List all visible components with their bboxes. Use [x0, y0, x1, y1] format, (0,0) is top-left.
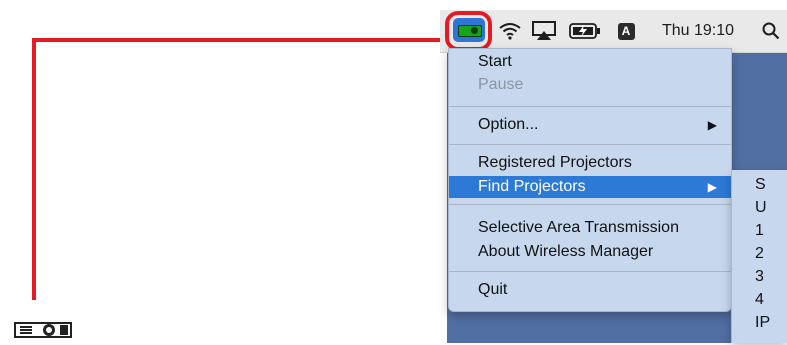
callout-line-horizontal [32, 38, 446, 42]
menu-item-label: About Wireless Manager [478, 243, 654, 260]
callout-ring [445, 11, 492, 51]
submenu-item-ip[interactable]: IP [732, 312, 787, 334]
wifi-menu-extra[interactable] [495, 10, 525, 52]
airplay-menu-extra[interactable] [528, 10, 560, 52]
submenu-item-u[interactable]: U [732, 197, 787, 219]
menu-item-label: Start [478, 53, 512, 70]
menu-item-quit[interactable]: Quit [449, 279, 731, 301]
wifi-icon [499, 23, 521, 40]
menu-item-pause: Pause [449, 74, 731, 96]
menu-item-label: Quit [478, 281, 508, 298]
menu-separator [449, 204, 731, 205]
airplay-icon [532, 21, 556, 40]
menu-item-registered-projectors[interactable]: Registered Projectors [449, 152, 731, 174]
menu-item-find-projectors[interactable]: Find Projectors ▶ [449, 176, 731, 198]
battery-charging-icon [569, 23, 600, 39]
input-source-badge: A [617, 22, 635, 40]
menu-item-label: Option... [478, 116, 539, 133]
spotlight-button[interactable] [758, 10, 784, 52]
menu-item-start[interactable]: Start [449, 51, 731, 73]
menu-item-option[interactable]: Option... ▶ [449, 114, 731, 136]
menu-bar: A Thu 19:10 [440, 10, 787, 53]
submenu-arrow-icon: ▶ [707, 118, 717, 132]
input-source-menu-extra[interactable]: A [612, 10, 640, 52]
menu-item-label: Find Projectors [478, 178, 586, 195]
projector-status-icon [14, 320, 74, 345]
submenu-item-s[interactable]: S [732, 174, 787, 196]
submenu-item-3[interactable]: 3 [732, 266, 787, 288]
submenu-item-1[interactable]: 1 [732, 220, 787, 242]
menu-item-label: Selective Area Transmission [478, 219, 679, 236]
menu-separator [449, 106, 731, 107]
search-icon [762, 22, 780, 40]
submenu-arrow-icon: ▶ [707, 180, 717, 194]
clock[interactable]: Thu 19:10 [650, 10, 746, 52]
menu-item-label: Pause [478, 76, 524, 93]
menu-separator [449, 271, 731, 272]
battery-menu-extra[interactable] [565, 10, 605, 52]
menu-item-about-wireless-manager[interactable]: About Wireless Manager [449, 241, 731, 263]
projector-dropdown-menu: Start Pause Option... ▶ Registered Proje… [448, 48, 732, 312]
menu-item-label: Registered Projectors [478, 154, 632, 171]
submenu-item-4[interactable]: 4 [732, 289, 787, 311]
callout-line-vertical [32, 38, 36, 300]
find-projectors-submenu: S U 1 2 3 4 IP [731, 170, 787, 343]
menu-separator [449, 144, 731, 145]
menu-item-selective-area-transmission[interactable]: Selective Area Transmission [449, 217, 731, 239]
submenu-item-2[interactable]: 2 [732, 243, 787, 265]
projector-menu-extra[interactable] [445, 10, 492, 52]
